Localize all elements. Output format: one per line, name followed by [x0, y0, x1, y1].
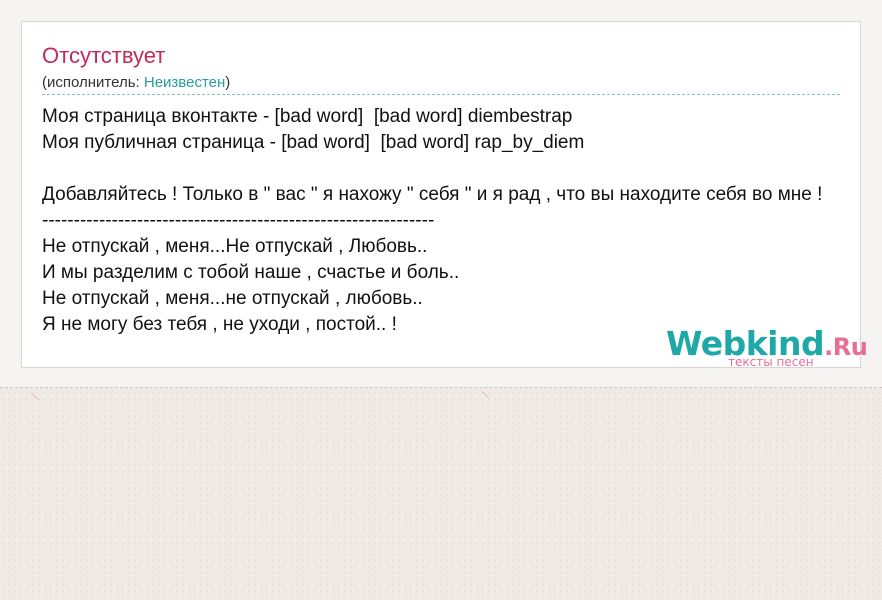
content-band: Отсутствует (исполнитель: Неизвестен) Мо… [0, 0, 882, 388]
lyric-line: Не отпускай , меня...Не отпускай , Любов… [42, 236, 428, 257]
lyric-line: ----------------------------------------… [42, 210, 435, 231]
lyric-line: Моя страница вконтакте - [bad word] [bad… [42, 106, 573, 127]
background-decoration [480, 390, 490, 399]
dashed-separator [42, 94, 840, 95]
lyrics-text: Моя страница вконтакте - [bad word] [bad… [42, 104, 882, 338]
lyric-line: Не отпускай , меня...не отпускай , любов… [42, 288, 423, 309]
lyric-line [42, 156, 882, 182]
lyric-line: Добавляйтесь ! Только в " вас " я нахожу… [42, 184, 823, 205]
lyric-line: И мы разделим с тобой наше , счастье и б… [42, 262, 460, 283]
artist-link[interactable]: Неизвестен [144, 74, 225, 91]
artist-line: (исполнитель: Неизвестен) [42, 73, 230, 93]
lyrics-card: Отсутствует (исполнитель: Неизвестен) Мо… [21, 21, 868, 369]
background-decoration [30, 392, 40, 401]
artist-prefix: (исполнитель: [42, 74, 144, 91]
webkind-watermark-logo: Webkind.Ru тексты песен [666, 324, 868, 369]
artist-suffix: ) [225, 74, 231, 91]
watermark-tagline: тексты песен [728, 355, 814, 369]
lyric-line: Моя публичная страница - [bad word] [bad… [42, 132, 585, 153]
song-title: Отсутствует [42, 43, 166, 68]
watermark-brand-tld: .Ru [824, 333, 868, 361]
